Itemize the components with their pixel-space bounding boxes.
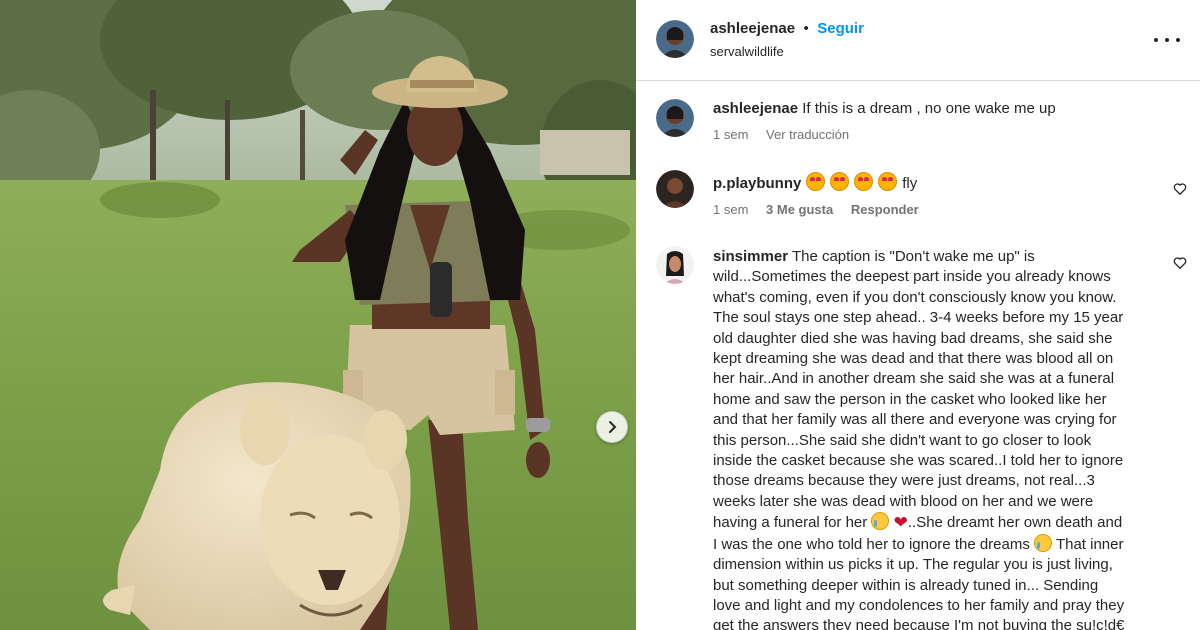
crying-emoji: [871, 512, 890, 531]
comment-text: sinsimmer The caption is "Don't wake me …: [713, 247, 1125, 630]
comment-time[interactable]: 1 sem: [713, 202, 748, 217]
comment-likes[interactable]: 3 Me gusta: [766, 202, 833, 217]
safari-photo-illustration: [0, 0, 636, 630]
header-title-row: ashleejenae • Seguir: [710, 20, 864, 38]
more-dot-icon: [1176, 38, 1180, 42]
avatar-image: [656, 99, 694, 137]
comment-avatar[interactable]: [656, 170, 694, 208]
author-username[interactable]: ashleejenae: [710, 20, 795, 37]
avatar-image: [656, 170, 694, 208]
like-heart-icon[interactable]: [1173, 256, 1187, 270]
comment-text: ashleejenae If this is a dream , no one …: [713, 99, 1125, 119]
like-heart-icon[interactable]: [1173, 182, 1187, 196]
comment-time[interactable]: 1 sem: [713, 127, 748, 142]
post-details-panel: ashleejenae • Seguir servalwildlife ashl…: [636, 0, 1200, 630]
avatar-image: [656, 246, 694, 284]
comment-meta: 1 sem 3 Me gusta Responder: [713, 202, 933, 217]
post-header: ashleejenae • Seguir servalwildlife: [636, 0, 1200, 81]
comment-content-part1: The caption is "Don't wake me up" is wil…: [713, 248, 1124, 532]
comment-avatar[interactable]: [656, 246, 694, 284]
comment-username[interactable]: p.playbunny: [713, 175, 801, 192]
author-avatar[interactable]: [656, 20, 694, 58]
more-dot-icon: [1154, 38, 1158, 42]
chevron-right-icon: [609, 421, 617, 433]
comment-username[interactable]: ashleejenae: [713, 100, 798, 117]
comment-item: p.playbunny fly 1 sem 3 Me gusta Respond…: [636, 152, 1200, 232]
more-dot-icon: [1165, 38, 1169, 42]
see-translation-button[interactable]: Ver traducción: [766, 127, 849, 142]
comment-item: sinsimmer The caption is "Don't wake me …: [636, 232, 1200, 630]
star-struck-emoji: [878, 172, 898, 191]
comment-avatar[interactable]: [656, 99, 694, 137]
broken-heart-emoji: ❤: [893, 513, 908, 533]
more-options-button[interactable]: [1154, 30, 1180, 50]
post-location[interactable]: servalwildlife: [710, 44, 784, 59]
follow-button[interactable]: Seguir: [817, 20, 864, 37]
crying-emoji: [1034, 533, 1053, 552]
star-struck-emoji: [853, 172, 873, 191]
next-image-button[interactable]: [596, 411, 628, 443]
comment-content: If this is a dream , no one wake me up: [802, 100, 1056, 117]
avatar-image: [656, 20, 694, 58]
separator-dot: •: [803, 20, 809, 37]
star-struck-emoji: [805, 172, 825, 191]
comment-username[interactable]: sinsimmer: [713, 248, 788, 265]
post-photo[interactable]: [0, 0, 636, 630]
comment-text: p.playbunny fly: [713, 172, 1125, 194]
comment-content: fly: [902, 175, 918, 192]
comment-meta: 1 sem Ver traducción: [713, 127, 863, 142]
star-struck-emoji: [829, 172, 849, 191]
caption-comment: ashleejenae If this is a dream , no one …: [636, 81, 1200, 151]
reply-button[interactable]: Responder: [851, 202, 919, 217]
